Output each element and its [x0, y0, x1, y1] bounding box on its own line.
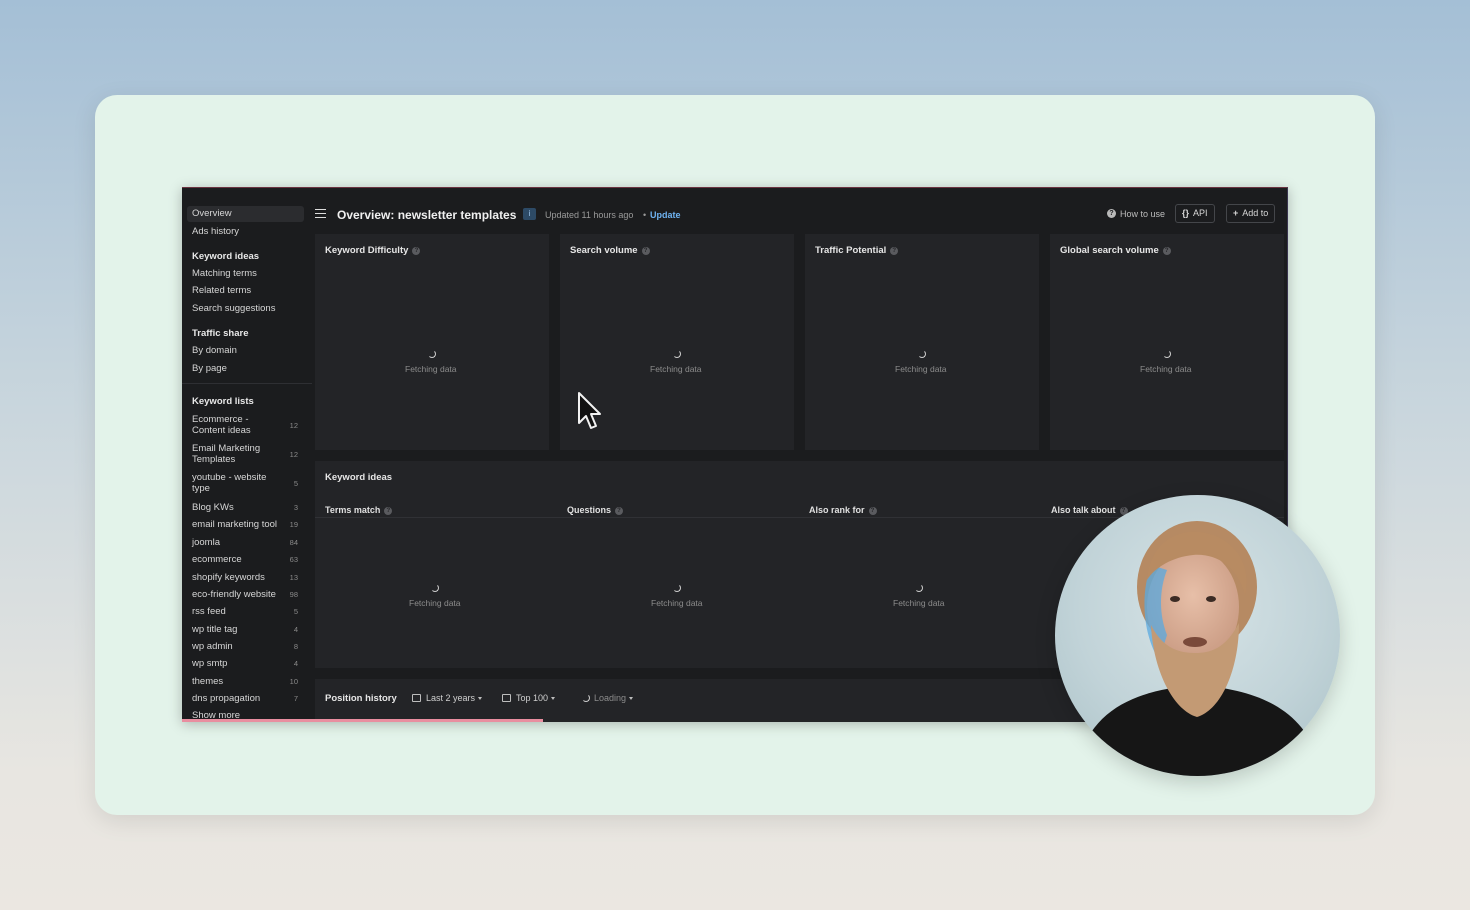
fetching-status: Fetching data: [651, 598, 703, 608]
keyword-list-count: 63: [289, 555, 298, 564]
list-icon: [502, 694, 511, 702]
keyword-list-count: 5: [293, 607, 298, 616]
plus-icon: +: [1233, 208, 1239, 218]
keyword-list-item[interactable]: ecommerce: [192, 554, 242, 565]
top-positions-dropdown[interactable]: Top 100: [502, 693, 556, 703]
menu-icon[interactable]: [315, 209, 326, 218]
chevron-down-icon: [478, 697, 483, 700]
keyword-list-count: 12: [289, 450, 298, 459]
help-icon[interactable]: ?: [412, 247, 421, 255]
spinner-icon: [918, 350, 926, 358]
sidebar-item-by-page[interactable]: By page: [192, 363, 227, 374]
spinner-icon: [428, 350, 436, 358]
keyword-list-item[interactable]: email marketing tool: [192, 519, 277, 530]
keyword-list-item[interactable]: youtube - website type: [192, 472, 266, 494]
sidebar-divider: [182, 383, 312, 384]
sidebar-item-overview[interactable]: Overview: [187, 206, 304, 222]
spinner-icon: [915, 584, 923, 592]
fetching-status: Fetching data: [895, 364, 947, 374]
help-icon[interactable]: ?: [890, 247, 899, 255]
keyword-list-item[interactable]: wp smtp: [192, 658, 227, 669]
fetching-status: Fetching data: [1140, 364, 1192, 374]
help-icon[interactable]: ?: [615, 507, 624, 515]
code-braces-icon: {}: [1182, 208, 1190, 218]
calendar-icon: [412, 694, 421, 702]
keyword-list-item[interactable]: rss feed: [192, 606, 226, 617]
metric-card-keyword-difficulty: Keyword Difficulty? Fetching data: [315, 234, 549, 450]
sidebar-item-related-terms[interactable]: Related terms: [192, 285, 251, 296]
sidebar-item-matching-terms[interactable]: Matching terms: [192, 268, 257, 279]
tab-also-talk-about[interactable]: Also talk about?: [1051, 505, 1128, 515]
keyword-list-item[interactable]: dns propagation: [192, 693, 260, 704]
keyword-list-count: 10: [289, 677, 298, 686]
help-icon[interactable]: ?: [1162, 247, 1171, 255]
keyword-list-item[interactable]: wp admin: [192, 641, 233, 652]
keyword-list-count: 5: [293, 479, 298, 488]
update-link[interactable]: Update: [650, 210, 681, 220]
keyword-list-count: 84: [289, 538, 298, 547]
spinner-icon: [673, 584, 681, 592]
sidebar-heading-traffic-share: Traffic share: [192, 328, 249, 339]
keyword-list-item[interactable]: wp title tag: [192, 624, 237, 635]
keyword-list-item[interactable]: Email Marketing Templates: [192, 443, 260, 465]
add-to-button[interactable]: + Add to: [1226, 204, 1276, 223]
fetching-status: Fetching data: [650, 364, 702, 374]
sidebar-item-by-domain[interactable]: By domain: [192, 345, 237, 356]
spinner-icon: [582, 694, 590, 702]
keyword-list-count: 13: [289, 573, 298, 582]
tab-terms-match[interactable]: Terms match?: [325, 505, 393, 515]
keyword-list-count: 3: [293, 503, 298, 512]
sidebar-item-search-suggestions[interactable]: Search suggestions: [192, 303, 275, 314]
chevron-down-icon: [629, 697, 634, 700]
page-title: Overview: newsletter templates: [337, 208, 517, 222]
position-history-title: Position history: [325, 693, 397, 704]
page-load-progress: [182, 719, 543, 722]
keyword-list-item[interactable]: eco-friendly website: [192, 589, 276, 600]
info-badge[interactable]: i: [523, 208, 536, 220]
fetching-status: Fetching data: [405, 364, 457, 374]
help-icon[interactable]: ?: [641, 247, 650, 255]
tab-questions[interactable]: Questions?: [567, 505, 624, 515]
tab-also-rank-for[interactable]: Also rank for?: [809, 505, 877, 515]
api-button[interactable]: {} API: [1175, 204, 1215, 223]
keyword-list-count: 19: [289, 520, 298, 529]
help-icon[interactable]: ?: [868, 507, 877, 515]
spinner-icon: [431, 584, 439, 592]
presenter-video: [1075, 521, 1323, 776]
metric-card-global-search-volume: Global search volume? Fetching data: [1050, 234, 1284, 450]
keyword-list-count: 8: [293, 642, 298, 651]
sidebar: Overview Ads history Keyword ideas Match…: [182, 188, 312, 722]
date-range-dropdown[interactable]: Last 2 years: [412, 693, 483, 703]
sidebar-heading-keyword-lists: Keyword lists: [192, 396, 254, 407]
webcam-overlay: [1055, 495, 1340, 776]
keyword-list-count: 4: [293, 659, 298, 668]
help-circle-icon[interactable]: ?: [1107, 209, 1116, 218]
keyword-list-count: 4: [293, 625, 298, 634]
how-to-use-link[interactable]: How to use: [1120, 209, 1165, 219]
updated-timestamp: Updated 11 hours ago: [545, 210, 634, 220]
sidebar-item-ads-history[interactable]: Ads history: [192, 226, 239, 237]
keyword-list-item[interactable]: Ecommerce - Content ideas: [192, 414, 251, 436]
mouse-pointer-icon: [578, 392, 601, 429]
sidebar-heading-keyword-ideas: Keyword ideas: [192, 251, 260, 262]
keyword-list-item[interactable]: shopify keywords: [192, 572, 265, 583]
metric-card-traffic-potential: Traffic Potential? Fetching data: [805, 234, 1039, 450]
keyword-ideas-title: Keyword ideas: [325, 472, 393, 483]
loading-dropdown[interactable]: Loading: [582, 693, 634, 703]
keyword-list-count: 12: [289, 421, 298, 430]
keyword-list-count: 98: [289, 590, 298, 599]
chevron-down-icon: [551, 697, 556, 700]
keyword-list-item[interactable]: themes: [192, 676, 223, 687]
keyword-list-item[interactable]: Blog KWs: [192, 502, 234, 513]
spinner-icon: [1163, 350, 1171, 358]
fetching-status: Fetching data: [893, 598, 945, 608]
help-icon[interactable]: ?: [384, 507, 393, 515]
spinner-icon: [673, 350, 681, 358]
separator-dot: •: [643, 210, 647, 220]
keyword-list-count: 7: [293, 694, 298, 703]
keyword-list-item[interactable]: joomla: [192, 537, 220, 548]
fetching-status: Fetching data: [409, 598, 461, 608]
